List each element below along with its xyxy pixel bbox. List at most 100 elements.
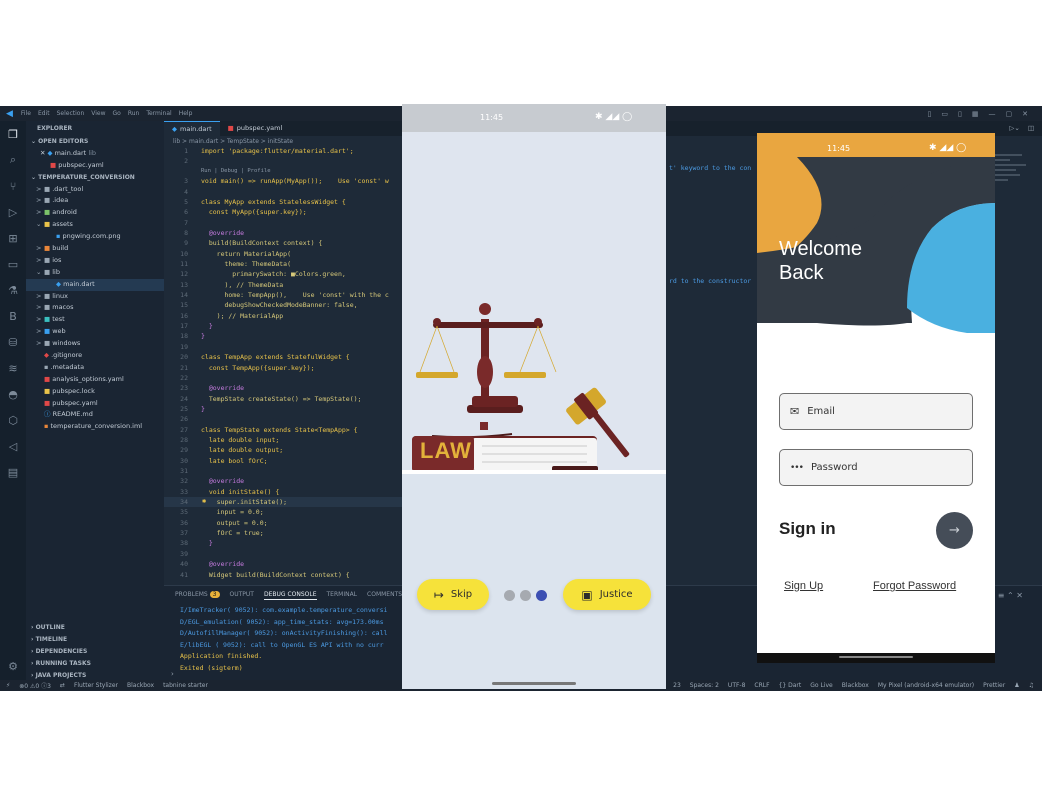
extensions-icon[interactable]: ⊞ [0,225,26,251]
tree-item[interactable]: > ■ macos [26,302,164,314]
tree-item[interactable]: ▪ pngwing.com.png [26,231,164,243]
tree-item[interactable]: ◆ main.dart [26,278,164,291]
code-line[interactable]: const MyApp({super.key}); [201,208,307,216]
page-dot[interactable] [536,590,547,601]
minimap[interactable] [994,151,1034,291]
status-problems[interactable]: ⊗0 ⚠0 ⓘ3 [19,681,51,690]
code-line[interactable]: } [201,405,205,413]
tree-item[interactable]: > ■ test [26,314,164,326]
tree-item[interactable]: > ■ windows [26,338,164,350]
status-device[interactable]: My Pixel (android-x64 emulator) [878,682,974,689]
status-tabnine[interactable]: tabnine starter [163,682,208,689]
code-line[interactable]: } [201,539,213,547]
tree-item[interactable]: ▪ .metadata [26,362,164,374]
tree-item[interactable]: ■ pubspec.yaml [26,398,164,410]
tab-terminal[interactable]: TERMINAL [327,591,358,600]
status-encoding[interactable]: UTF-8 [728,682,746,689]
tree-item[interactable]: > ■ build [26,243,164,255]
code-line[interactable]: class MyApp extends StatelessWidget { [201,198,346,206]
extension-icon[interactable]: ⬡ [0,407,26,433]
status-blackbox[interactable]: Blackbox [127,682,154,689]
notes-icon[interactable]: ▤ [0,459,26,485]
status-blackbox[interactable]: Blackbox [842,682,869,689]
tree-item[interactable]: > ■ .idea [26,195,164,207]
run-debug-icon[interactable]: ▷ [0,199,26,225]
stack-icon[interactable]: ≋ [0,355,26,381]
tree-item[interactable]: > ■ ios [26,255,164,267]
sign-in-button[interactable]: → [936,512,973,549]
code-line[interactable]: build(BuildContext context) { [201,239,323,247]
explorer-section-header[interactable]: › DEPENDENCIES [26,646,164,658]
status-language[interactable]: {} Dart [779,682,802,689]
forgot-password-link[interactable]: Forgot Password [873,580,956,592]
testing-icon[interactable]: ⚗ [0,277,26,303]
tab-main-dart[interactable]: ◆ main.dart [164,121,220,136]
database-icon[interactable]: ⛁ [0,329,26,355]
code-line[interactable]: late bool fOrC; [201,457,268,465]
page-dot[interactable] [520,590,531,601]
status-spaces[interactable]: Spaces: 2 [690,682,719,689]
git-icon[interactable]: ⇄ [60,682,65,689]
tree-item[interactable]: ▪ temperature_conversion.iml [26,421,164,433]
tree-item[interactable]: ■ pubspec.lock [26,386,164,398]
code-line[interactable]: class TempApp extends StatefulWidget { [201,353,350,361]
password-field[interactable]: ••• Password [779,449,973,486]
open-editor-item[interactable]: ■ pubspec.yaml [26,160,164,172]
tree-item[interactable]: ⌄ ■ assets [26,219,164,231]
layout-icon[interactable]: ▯ [928,110,932,118]
tab-output[interactable]: OUTPUT [230,591,254,600]
email-field[interactable]: ✉ Email [779,393,973,430]
code-line[interactable]: ); // MaterialApp [201,312,284,320]
status-eol[interactable]: CRLF [754,682,769,689]
code-line[interactable]: return MaterialApp( [201,250,291,258]
tab-debug-console[interactable]: DEBUG CONSOLE [263,591,317,600]
blackbox-icon[interactable]: B [0,303,26,329]
status-prettier[interactable]: Prettier [983,682,1005,689]
source-control-icon[interactable]: ⑂ [0,173,26,199]
code-line[interactable]: @override [201,229,244,237]
code-line[interactable]: late double output; [201,446,283,454]
tree-item[interactable]: ■ analysis_options.yaml [26,374,164,386]
tree-item[interactable]: ⌄ ■ lib [26,267,164,279]
codelens[interactable]: Run | Debug | Profile [201,168,271,174]
settings-gear-icon[interactable]: ⚙ [0,653,26,679]
console-prompt-icon[interactable]: › [171,670,174,678]
code-line[interactable]: debugShowCheckedModeBanner: false, [201,301,357,309]
flutter-icon[interactable]: ◁ [0,433,26,459]
open-editor-item[interactable]: ✕ ◆ main.dart lib [26,148,164,160]
code-line[interactable]: const TempApp({super.key}); [201,364,315,372]
code-line[interactable]: super.initState(); [201,498,287,506]
tree-item[interactable]: > ■ android [26,207,164,219]
menu-item[interactable]: Run [128,110,140,117]
tab-problems[interactable]: PROBLEMS 3 [175,591,220,600]
layout-icon[interactable]: ▯ [958,110,962,118]
justice-button[interactable]: ▣ Justice [563,579,651,610]
code-line[interactable]: void main() => runApp(MyApp()); Use 'con… [201,177,389,185]
code-line[interactable]: @override [201,384,244,392]
skip-button[interactable]: ↦ Skip [417,579,489,610]
explorer-section-header[interactable]: › TIMELINE [26,634,164,646]
minimize-icon[interactable]: — [989,110,996,118]
tree-item[interactable]: > ■ web [26,326,164,338]
status-line-col[interactable]: 23 [673,682,681,689]
page-dot[interactable] [504,590,515,601]
code-line[interactable]: void initState() { [201,488,279,496]
tree-item[interactable]: ⓘ README.md [26,409,164,421]
remote-icon[interactable]: ⚡ [6,682,10,689]
code-line[interactable]: } [201,322,213,330]
code-line[interactable]: Widget build(BuildContext context) { [201,571,350,579]
run-icon[interactable]: ▷⌄ [1009,121,1019,136]
account-icon[interactable]: ♟ [1014,682,1019,689]
code-line[interactable]: ), // ThemeData [201,281,283,289]
more-icon[interactable]: ≡ [998,591,1005,600]
tree-item[interactable]: > ■ .dart_tool [26,184,164,196]
menu-item[interactable]: Terminal [146,110,171,117]
close-icon[interactable]: ✕ [1016,591,1023,600]
docker-icon[interactable]: ◓ [0,381,26,407]
explorer-icon[interactable]: ❐ [0,121,26,147]
tree-item[interactable]: ◆ .gitignore [26,350,164,362]
code-line[interactable]: import 'package:flutter/material.dart'; [201,147,354,155]
menu-item[interactable]: View [91,110,105,117]
menu-item[interactable]: Selection [57,110,85,117]
home-indicator[interactable] [492,682,576,685]
